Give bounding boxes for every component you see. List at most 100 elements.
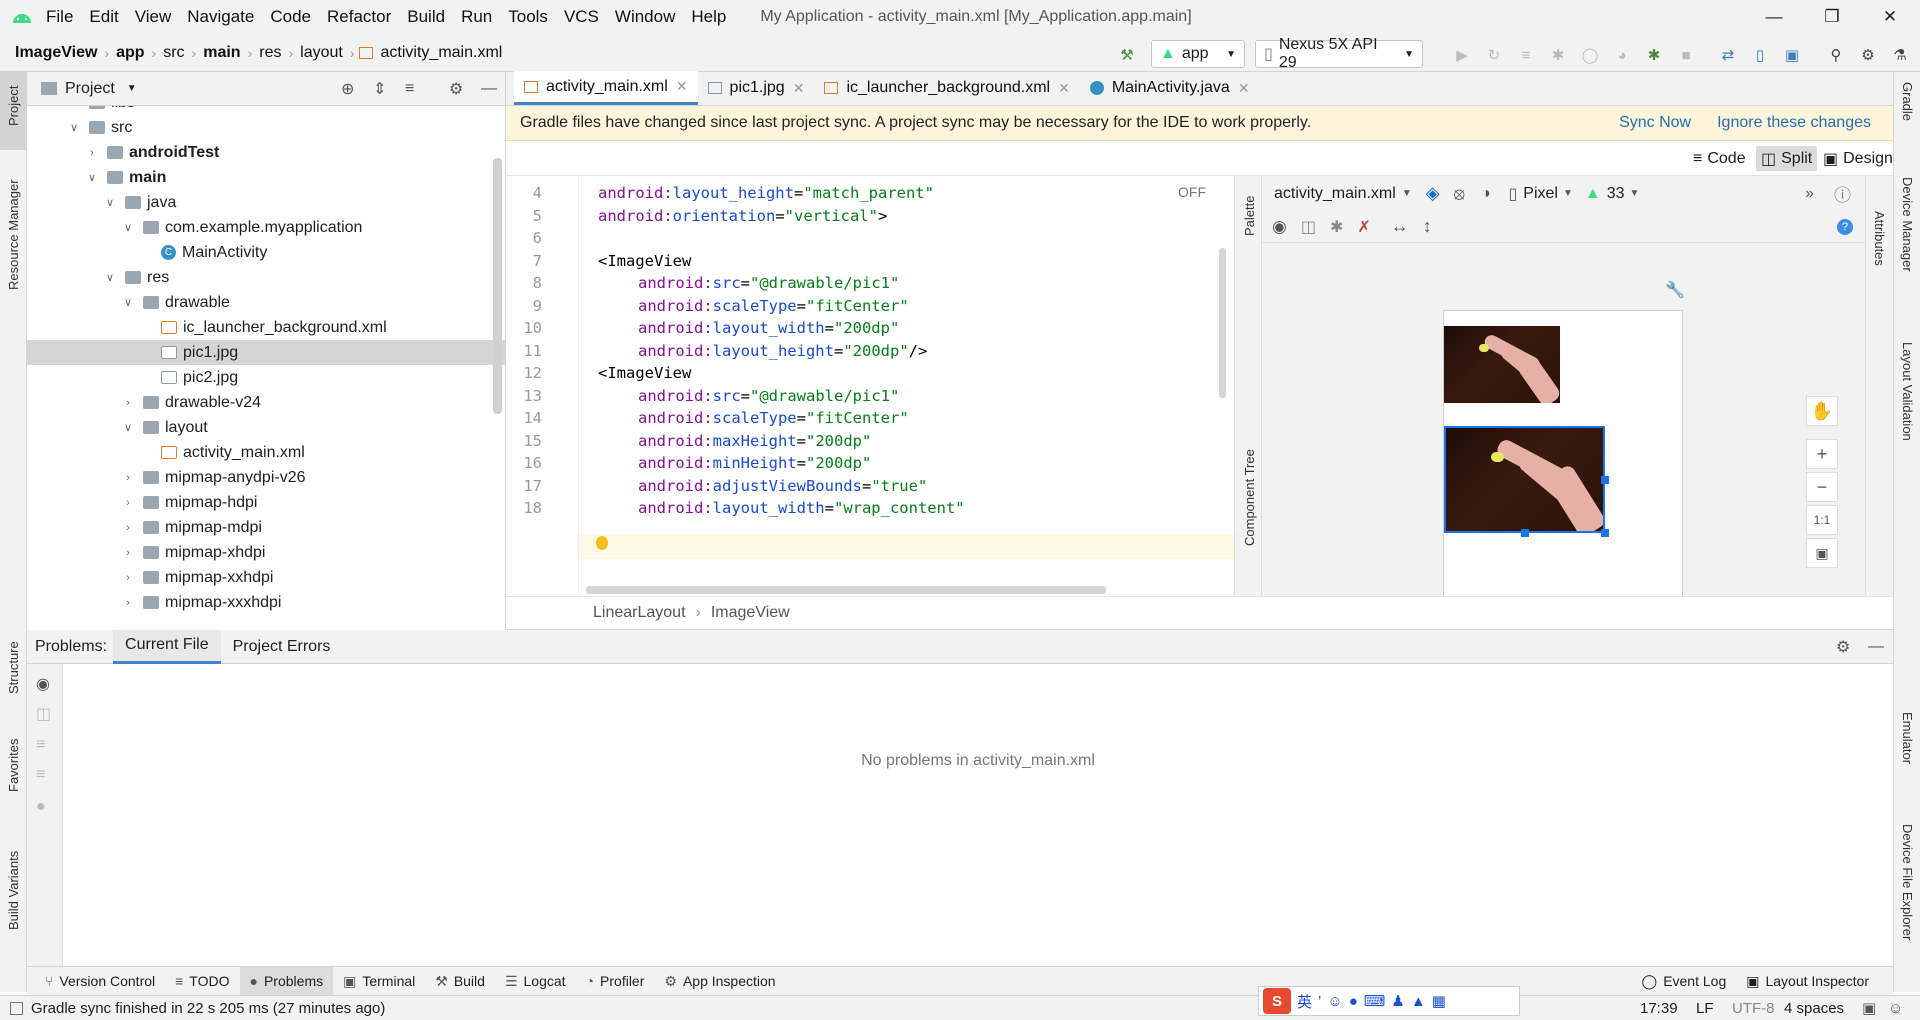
close-icon[interactable]: ✕: [1238, 80, 1250, 97]
tool-window-version-control[interactable]: ⑂ Version Control: [35, 967, 165, 996]
editor-tab[interactable]: ic_launcher_background.xml ✕: [814, 71, 1079, 105]
chevron-right-icon[interactable]: ›: [121, 497, 135, 509]
apply-changes-icon[interactable]: ↻: [1483, 44, 1505, 66]
ime-voice-icon[interactable]: ●: [1349, 993, 1358, 1010]
expand-horizontal-icon[interactable]: ↔: [1391, 216, 1409, 237]
crumb-linear-layout[interactable]: LinearLayout: [593, 604, 686, 622]
resize-handle-right[interactable]: [1601, 476, 1609, 484]
tool-window-build[interactable]: ⚒ Build: [425, 967, 495, 996]
tree-item[interactable]: activity_main.xml: [27, 440, 505, 465]
hammer-build-icon[interactable]: ⚒: [1116, 44, 1138, 66]
menu-tools[interactable]: Tools: [500, 7, 556, 27]
chevron-down-icon[interactable]: ∨: [121, 221, 135, 234]
debug-icon[interactable]: ✱: [1547, 44, 1569, 66]
zoom-in-icon[interactable]: +: [1806, 439, 1838, 469]
editor-tab[interactable]: MainActivity.java ✕: [1080, 71, 1260, 105]
menu-refactor[interactable]: Refactor: [319, 7, 399, 27]
zoom-actual-size-button[interactable]: 1:1: [1806, 505, 1838, 535]
resize-handle-bottom[interactable]: [1521, 529, 1529, 537]
tool-window-terminal[interactable]: ▣ Terminal: [333, 967, 425, 996]
chevron-right-icon[interactable]: ›: [121, 472, 135, 484]
ime-keyboard-icon[interactable]: ⌨: [1364, 992, 1386, 1010]
strip-favorites[interactable]: Favorites: [6, 739, 21, 792]
device-preview-select[interactable]: Pixel: [1523, 185, 1558, 203]
expand-all-icon[interactable]: ≡: [36, 736, 45, 754]
warning-icon[interactable]: ⓘ: [1834, 181, 1851, 206]
search-icon[interactable]: ⚲: [1825, 44, 1847, 66]
api-level-select[interactable]: 33: [1607, 185, 1625, 203]
tree-item[interactable]: ∨ main: [27, 165, 505, 190]
strip-emulator[interactable]: Emulator: [1900, 712, 1915, 764]
tree-item[interactable]: › mipmap-hdpi: [27, 490, 505, 515]
tree-item[interactable]: ∨ src: [27, 115, 505, 140]
maximize-button[interactable]: ❐: [1803, 0, 1861, 34]
breadcrumb-item[interactable]: main: [200, 44, 243, 62]
eye-icon[interactable]: ◉: [36, 674, 50, 694]
strip-device-manager[interactable]: Device Manager: [1900, 177, 1915, 272]
menu-vcs[interactable]: VCS: [556, 7, 607, 27]
coverage-icon[interactable]: ◯: [1579, 44, 1601, 66]
tree-item[interactable]: libs: [27, 106, 505, 115]
menu-code[interactable]: Code: [262, 7, 319, 27]
code-editor[interactable]: 4 5 6 7 8 9 10 11 12 13 14 15 16 17 18 android:layout_…: [506, 176, 1234, 596]
chevron-right-icon[interactable]: ›: [121, 522, 135, 534]
tree-item[interactable]: › mipmap-xxxhdpi: [27, 590, 505, 615]
strip-device-file-explorer[interactable]: Device File Explorer: [1900, 824, 1915, 940]
chevron-right-icon[interactable]: ›: [121, 597, 135, 609]
strip-build-variants[interactable]: Build Variants: [6, 851, 21, 930]
tool-window-todo[interactable]: ≡ TODO: [165, 967, 239, 996]
file-encoding[interactable]: UTF-8: [1732, 1000, 1775, 1017]
chevron-down-icon[interactable]: ∨: [121, 296, 135, 309]
tree-item[interactable]: › mipmap-xhdpi: [27, 540, 505, 565]
tool-window-problems[interactable]: ● Problems: [239, 966, 334, 996]
tree-item[interactable]: pic1.jpg: [27, 340, 505, 365]
tree-item[interactable]: ∨ layout: [27, 415, 505, 440]
tree-item[interactable]: pic2.jpg: [27, 365, 505, 390]
profile-icon[interactable]: ◕: [1611, 44, 1633, 66]
device-preview-frame[interactable]: [1443, 310, 1683, 600]
menu-view[interactable]: View: [127, 7, 180, 27]
chevron-right-icon[interactable]: ›: [121, 397, 135, 409]
menu-help[interactable]: Help: [683, 7, 734, 27]
strip-layout-validation[interactable]: Layout Validation: [1900, 342, 1915, 441]
event-log-button[interactable]: ◯ Event Log: [1632, 967, 1737, 996]
device-select[interactable]: ▯ Nexus 5X API 29 ▼: [1255, 36, 1423, 71]
close-icon[interactable]: ✕: [1058, 80, 1070, 97]
preview-icon[interactable]: ◫: [36, 704, 51, 724]
breadcrumb-item[interactable]: res: [256, 44, 284, 62]
ime-tools-icon[interactable]: ▦: [1432, 992, 1446, 1010]
close-icon[interactable]: ✕: [793, 80, 805, 97]
hide-panel-icon[interactable]: —: [481, 80, 497, 98]
attributes-tab[interactable]: Attributes: [1872, 211, 1887, 266]
image-view-1[interactable]: [1444, 326, 1560, 403]
menu-build[interactable]: Build: [399, 7, 453, 27]
project-view-select[interactable]: Project: [65, 80, 115, 98]
collapse-all-icon[interactable]: ≡: [36, 766, 45, 784]
breadcrumb-item[interactable]: app: [113, 44, 147, 62]
chevron-down-icon[interactable]: ▼: [1402, 188, 1412, 199]
menu-run[interactable]: Run: [453, 7, 500, 27]
tree-item[interactable]: › mipmap-anydpi-v26: [27, 465, 505, 490]
sdk-manager-icon[interactable]: ▣: [1781, 44, 1803, 66]
menu-window[interactable]: Window: [607, 7, 683, 27]
expand-vertical-icon[interactable]: ↕: [1423, 216, 1432, 237]
inspection-icon[interactable]: ☺: [1888, 1000, 1903, 1017]
crumb-image-view[interactable]: ImageView: [711, 604, 790, 622]
blueprint-icon[interactable]: ◫: [1301, 217, 1316, 237]
close-window-button[interactable]: ✕: [1861, 0, 1919, 34]
tool-window-logcat[interactable]: ☰ Logcat: [495, 967, 576, 996]
attach-debugger-icon[interactable]: ✱: [1643, 44, 1665, 66]
image-view-2-selected[interactable]: [1444, 426, 1605, 533]
editor-tab[interactable]: activity_main.xml ✕: [514, 71, 698, 105]
tab-current-file[interactable]: Current File: [113, 629, 221, 664]
inspection-off-label[interactable]: OFF: [1178, 184, 1206, 200]
hide-panel-icon[interactable]: —: [1868, 638, 1884, 656]
chevron-down-icon[interactable]: ∨: [103, 196, 117, 209]
chevron-down-icon[interactable]: ∨: [67, 121, 81, 134]
component-tree-tab[interactable]: Component Tree: [1242, 449, 1257, 546]
ime-user-icon[interactable]: ♟: [1391, 992, 1404, 1010]
ime-logo-icon[interactable]: S: [1263, 988, 1291, 1014]
chevron-right-icon[interactable]: ›: [121, 572, 135, 584]
gear-icon[interactable]: ⚙: [1836, 637, 1850, 657]
chevron-down-icon[interactable]: ▼: [127, 83, 137, 94]
